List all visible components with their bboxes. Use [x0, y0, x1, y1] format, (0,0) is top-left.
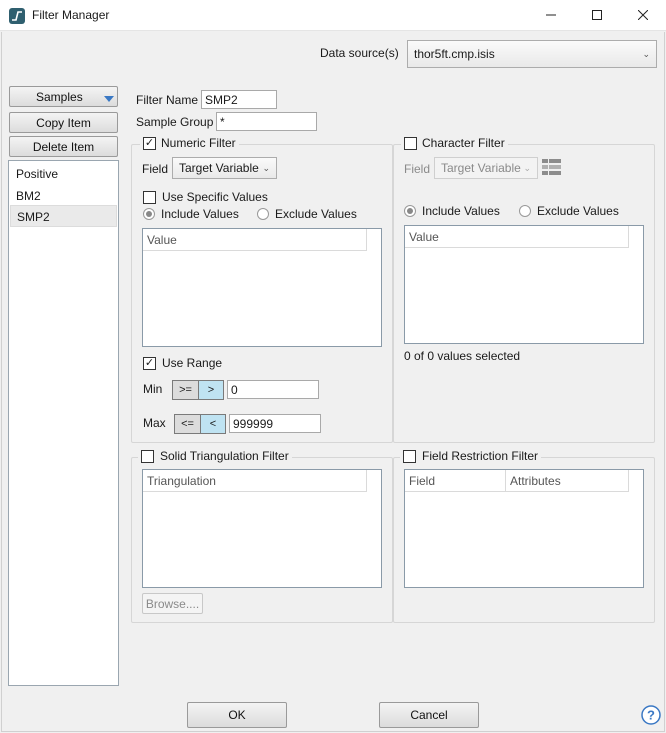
field-restriction-filter-checkbox[interactable] — [403, 449, 416, 463]
close-icon — [637, 9, 649, 23]
max-op-lte[interactable]: <= — [175, 415, 200, 433]
character-include-radio[interactable] — [404, 205, 416, 217]
minimize-button[interactable] — [528, 0, 574, 31]
field-column-header: Field — [405, 470, 506, 491]
chevron-down-icon: ⌄ — [262, 163, 270, 173]
numeric-exclude-label: Exclude Values — [275, 207, 357, 221]
item-type-label: Samples — [36, 89, 83, 104]
min-op-gte[interactable]: >= — [173, 381, 198, 399]
ok-button[interactable]: OK — [187, 702, 287, 728]
numeric-exclude-radio[interactable] — [257, 208, 269, 220]
min-operator-toggle[interactable]: >= > — [172, 380, 224, 400]
chevron-down-icon: ⌄ — [523, 163, 531, 173]
help-icon[interactable]: ? — [641, 705, 661, 728]
maximize-icon — [592, 9, 602, 23]
browse-button[interactable]: Browse.... — [142, 593, 203, 614]
title-bar: Filter Manager — [0, 0, 666, 31]
character-field-label: Field — [404, 162, 431, 176]
field-restriction-filter-title: Field Restriction Filter — [422, 449, 539, 463]
max-operator-toggle[interactable]: <= < — [174, 414, 226, 434]
character-values-list[interactable]: Value — [404, 225, 644, 344]
filter-manager-app-icon — [9, 8, 25, 24]
field-restriction-list[interactable]: Field Attributes — [404, 469, 644, 588]
min-value-input[interactable]: 0 — [227, 380, 319, 399]
use-specific-values-row: Use Specific Values — [143, 190, 268, 204]
numeric-include-radio[interactable] — [143, 208, 155, 220]
character-exclude-label: Exclude Values — [537, 204, 619, 218]
checkmark-icon: ✓ — [144, 356, 155, 369]
character-field-value: Target Variable — [441, 161, 521, 175]
filter-name-label: Filter Name — [136, 93, 199, 107]
use-specific-values-checkbox[interactable] — [143, 190, 156, 204]
triangulation-list[interactable]: Triangulation — [142, 469, 382, 588]
character-field-combo[interactable]: Target Variable ⌄ — [434, 157, 538, 179]
numeric-field-combo[interactable]: Target Variable ⌄ — [172, 157, 277, 179]
data-source-label: Data source(s) — [320, 46, 399, 60]
triangulation-filter-header: Solid Triangulation Filter — [138, 449, 292, 463]
item-list: Positive BM2 SMP2 — [8, 160, 119, 686]
numeric-field-label: Field — [142, 162, 169, 176]
character-include-label: Include Values — [422, 204, 500, 218]
sample-group-label: Sample Group — [136, 115, 214, 129]
character-selection-status: 0 of 0 values selected — [404, 349, 521, 363]
numeric-filter-checkbox[interactable]: ✓ — [143, 136, 156, 150]
copy-item-button[interactable]: Copy Item — [9, 112, 118, 133]
list-item-selected[interactable]: SMP2 — [10, 205, 117, 227]
use-range-row: ✓ Use Range — [143, 356, 222, 370]
delete-item-button[interactable]: Delete Item — [9, 136, 118, 157]
use-range-checkbox[interactable]: ✓ — [143, 356, 156, 370]
list-item[interactable]: Positive — [9, 161, 118, 183]
character-value-column-header: Value — [405, 226, 629, 248]
svg-text:?: ? — [647, 708, 655, 723]
checkmark-icon: ✓ — [144, 136, 155, 149]
triangulation-filter-title: Solid Triangulation Filter — [160, 449, 289, 463]
use-range-label: Use Range — [162, 356, 223, 370]
character-exclude-radio-row: Exclude Values — [519, 204, 619, 218]
numeric-include-label: Include Values — [161, 207, 239, 221]
character-filter-checkbox[interactable] — [404, 136, 417, 150]
item-type-dropdown[interactable]: Samples — [9, 86, 118, 107]
attributes-column-header: Attributes — [510, 473, 561, 488]
list-item[interactable]: BM2 — [9, 183, 118, 205]
character-exclude-radio[interactable] — [519, 205, 531, 217]
field-restriction-filter-header: Field Restriction Filter — [400, 449, 542, 463]
filter-name-input[interactable]: SMP2 — [201, 90, 277, 109]
dropdown-arrow-icon — [104, 92, 114, 106]
character-filter-title: Character Filter — [422, 136, 505, 150]
character-include-radio-row: Include Values — [404, 204, 500, 218]
data-source-combo[interactable]: thor5ft.cmp.isis ⌄ — [407, 40, 657, 68]
max-value-input[interactable]: 999999 — [229, 414, 321, 433]
numeric-include-radio-row: Include Values — [143, 207, 239, 221]
use-specific-values-label: Use Specific Values — [162, 190, 268, 204]
numeric-field-value: Target Variable — [179, 161, 259, 175]
triangulation-filter-checkbox[interactable] — [141, 449, 154, 463]
numeric-filter-header: ✓ Numeric Filter — [140, 136, 239, 150]
sample-group-input[interactable]: * — [216, 112, 317, 131]
numeric-values-list[interactable]: Value — [142, 228, 382, 347]
chevron-down-icon: ⌄ — [642, 49, 650, 59]
max-op-lt[interactable]: < — [200, 415, 225, 433]
minimize-icon — [546, 9, 556, 23]
numeric-value-column-header: Value — [143, 229, 367, 251]
numeric-exclude-radio-row: Exclude Values — [257, 207, 357, 221]
window-title: Filter Manager — [32, 8, 110, 22]
value-picker-icon[interactable] — [542, 158, 562, 181]
numeric-filter-title: Numeric Filter — [161, 136, 236, 150]
data-source-value: thor5ft.cmp.isis — [414, 47, 495, 61]
maximize-button[interactable] — [574, 0, 620, 31]
max-label: Max — [143, 416, 166, 430]
close-button[interactable] — [620, 0, 666, 31]
character-filter-header: Character Filter — [401, 136, 508, 150]
triangulation-column-header: Triangulation — [143, 470, 367, 492]
cancel-button[interactable]: Cancel — [379, 702, 479, 728]
field-restriction-header-row: Field Attributes — [405, 470, 629, 492]
min-label: Min — [143, 382, 163, 396]
min-op-gt[interactable]: > — [198, 381, 223, 399]
